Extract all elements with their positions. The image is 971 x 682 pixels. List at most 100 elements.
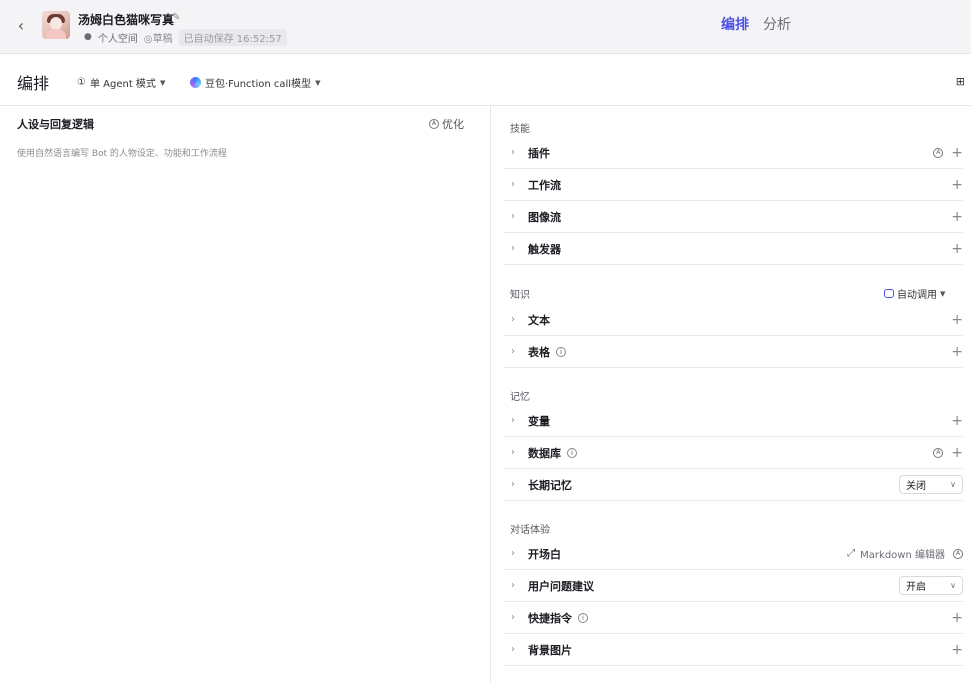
suggestions-select[interactable]: 开启 ∨ [899,576,963,595]
select-value: 开启 [906,582,926,593]
optimize-icon: A [429,119,439,129]
model-dropdown[interactable]: 豆包·Function call模型 ▼ [190,75,320,90]
bot-avatar[interactable] [42,11,70,39]
add-icon[interactable]: + [951,611,963,625]
config-panel: 技能 › 插件 A + › 工作流 + › 图像流 + › 触发器 + 知识 自动… [492,106,971,682]
add-icon[interactable]: + [951,643,963,657]
skill-row-imageflow[interactable]: › 图像流 + [504,201,963,233]
auto-icon[interactable]: A [953,548,963,559]
markdown-editor-label: Markdown 编辑器 [860,550,945,561]
row-label: 背景图片 [528,643,572,657]
chevron-down-icon: ∨ [950,480,956,489]
memory-title: 记忆 [510,392,530,403]
info-icon[interactable]: i [556,346,566,357]
chevron-right-icon: › [511,243,515,254]
row-label: 长期记忆 [528,478,572,492]
longterm-memory-select[interactable]: 关闭 ∨ [899,475,963,494]
edit-icon[interactable]: ✎ [172,12,183,23]
dialog-row-background[interactable]: › 背景图片 + [504,634,963,666]
skill-row-plugin[interactable]: › 插件 A + [504,137,963,169]
row-label: 插件 [528,146,550,160]
auto-icon[interactable]: A [933,147,944,158]
back-icon[interactable]: ‹ [12,17,30,35]
memory-row-database[interactable]: › 数据库 i A + [504,437,963,469]
skill-row-workflow[interactable]: › 工作流 + [504,169,963,201]
agent-mode-icon: ① [77,77,86,88]
bot-name: 汤姆白色猫咪写真 [78,13,175,27]
user-icon: ● [84,32,92,42]
optimize-label: 优化 [442,118,464,131]
row-label: 文本 [528,313,550,327]
skill-row-trigger[interactable]: › 触发器 + [504,233,963,265]
select-value: 关闭 [906,481,926,492]
layout-grid-icon[interactable]: ⊞ [956,75,965,88]
tab-analysis[interactable]: 分析 [763,14,791,34]
row-label: 开场白 [528,547,561,561]
dialog-row-shortcuts[interactable]: › 快捷指令 i + [504,602,963,634]
add-icon[interactable]: + [951,178,963,192]
chevron-down-icon: ∨ [950,581,956,590]
chevron-right-icon: › [511,346,515,357]
knowledge-row-table[interactable]: › 表格 i + [504,336,963,368]
chevron-down-icon: ▼ [315,78,321,87]
chevron-down-icon: ▼ [940,289,946,298]
tab-arrange[interactable]: 编排 [721,14,749,34]
add-icon[interactable]: + [951,345,963,359]
page-title: 编排 [17,74,50,93]
add-icon[interactable]: + [951,313,963,327]
agent-mode-dropdown[interactable]: ① 单 Agent 模式 ▼ [77,75,165,90]
skills-title: 技能 [510,124,530,135]
add-icon[interactable]: + [951,146,963,160]
chevron-right-icon: › [511,314,515,325]
add-icon[interactable]: + [951,414,963,428]
workspace-label: 个人空间 [97,33,138,45]
mode-tabs: 编排 分析 [721,14,791,34]
top-header: ‹ 汤姆白色猫咪写真 ✎ ● 个人空间 ◎草稿 已自动保存 16:52:57 编… [0,0,971,54]
toolbar: 编排 ① 单 Agent 模式 ▼ 豆包·Function call模型 ▼ ⊞ [0,55,971,106]
chevron-right-icon: › [511,415,515,426]
markdown-editor-button[interactable]: ⤢ Markdown 编辑器 [847,546,945,561]
agent-mode-label: 单 Agent 模式 [89,79,156,90]
model-label: 豆包·Function call模型 [205,79,312,90]
knowledge-row-text[interactable]: › 文本 + [504,304,963,336]
model-logo-icon [190,77,201,88]
chevron-right-icon: › [511,548,515,559]
chevron-right-icon: › [511,479,515,490]
chevron-right-icon: › [511,447,515,458]
auto-call-icon [884,289,894,298]
chevron-right-icon: › [511,211,515,222]
expand-icon: ⤢ [847,548,856,559]
row-label: 变量 [528,414,550,428]
chevron-right-icon: › [511,147,515,158]
persona-title: 人设与回复逻辑 [17,118,94,131]
chevron-right-icon: › [511,179,515,190]
row-label: 用户问题建议 [528,579,594,593]
auto-call-dropdown[interactable]: 自动调用 ▼ [884,286,945,301]
auto-icon[interactable]: A [933,447,944,458]
add-icon[interactable]: + [951,446,963,460]
row-label: 表格 [528,345,550,359]
memory-row-longterm[interactable]: › 长期记忆 关闭 ∨ [504,469,963,501]
row-label: 图像流 [528,210,561,224]
auto-call-label: 自动调用 [897,290,937,301]
add-icon[interactable]: + [951,242,963,256]
add-icon[interactable]: + [951,210,963,224]
chevron-right-icon: › [511,644,515,655]
knowledge-title: 知识 [510,290,530,301]
row-label: 触发器 [528,242,561,256]
memory-row-variable[interactable]: › 变量 + [504,405,963,437]
persona-panel: 人设与回复逻辑 A 优化 使用自然语言编写 Bot 的人物设定、功能和工作流程 [0,106,491,682]
dialog-row-opening[interactable]: › 开场白 ⤢ Markdown 编辑器 A [504,538,963,570]
info-icon[interactable]: i [578,612,588,623]
optimize-button[interactable]: A 优化 [429,116,464,132]
chevron-right-icon: › [511,580,515,591]
chevron-down-icon: ▼ [159,78,166,87]
info-icon[interactable]: i [567,447,577,458]
row-label: 快捷指令 [528,611,572,625]
persona-editor[interactable]: 使用自然语言编写 Bot 的人物设定、功能和工作流程 [17,146,227,159]
dialog-row-suggestions[interactable]: › 用户问题建议 开启 ∨ [504,570,963,602]
autosave-status: 已自动保存 16:52:57 [178,28,287,46]
row-label: 工作流 [528,178,561,192]
chevron-right-icon: › [511,612,515,623]
bot-meta: ● 个人空间 ◎草稿 已自动保存 16:52:57 [84,28,287,46]
